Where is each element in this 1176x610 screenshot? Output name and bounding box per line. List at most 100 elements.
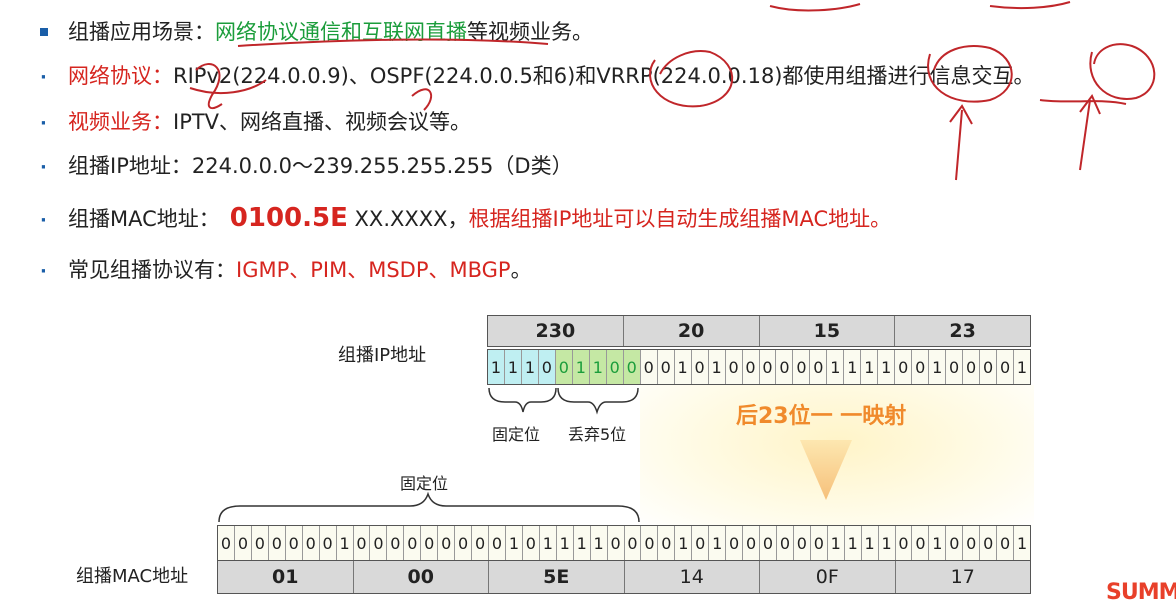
mac-bit-cell: 1	[827, 526, 845, 560]
mac-bit-cell: 0	[895, 526, 913, 560]
scenarios-suffix: 等视频业务。	[467, 20, 593, 44]
ip-bit-cell: 0	[606, 350, 624, 384]
bullet-common-protocols: · 常见组播协议有：IGMP、PIM、MSDP、MBGP。	[40, 256, 532, 286]
common-text: IGMP、PIM、MSDP、MBGP	[236, 258, 511, 282]
protocols-text: RIPv2(224.0.0.9)、OSPF(224.0.0.5和6)和VRRP(…	[173, 64, 1035, 88]
ip-bit-cell: 0	[759, 350, 777, 384]
mac-bit-cell: 1	[539, 526, 557, 560]
mac-bit-cell: 0	[726, 526, 744, 560]
mac-bit-cell: 1	[1014, 526, 1030, 560]
dot-bullet-icon: ·	[40, 261, 47, 282]
mac-bit-cell: 1	[929, 526, 947, 560]
ip-range-text: 组播IP地址：224.0.0.0～239.255.255.255（D类）	[68, 154, 573, 178]
scenarios-label: 组播应用场景：	[68, 20, 215, 44]
ip-bit-cell: 0	[657, 350, 675, 384]
ip-byte-cell: 230	[488, 316, 624, 346]
ip-bit-cell: 1	[827, 350, 845, 384]
ip-bit-cell: 1	[504, 350, 522, 384]
ip-bit-cell: 1	[572, 350, 590, 384]
mac-bit-cell: 0	[760, 526, 777, 560]
ip-bit-cell: 0	[725, 350, 743, 384]
mac-bit-row: 0000000100000000010111100001010000001111…	[217, 525, 1031, 561]
common-end: 。	[510, 258, 532, 282]
bullet-video: · 视频业务：IPTV、网络直播、视频会议等。	[40, 108, 471, 138]
mac-bit-cell: 1	[556, 526, 574, 560]
ip-byte-cell: 15	[760, 316, 896, 346]
bullet-mac: · 组播MAC地址： 0100.5E XX.XXXX，根据组播IP地址可以自动生成组…	[40, 204, 891, 235]
ip-bit-cell: 1	[844, 350, 862, 384]
dot-bullet-icon: ·	[40, 67, 47, 88]
ip-address-label: 组播IP地址	[338, 345, 427, 366]
mac-bit-cell: 0	[353, 526, 371, 560]
mac-bit-cell: 0	[404, 526, 422, 560]
mac-bit-cell: 1	[675, 526, 693, 560]
mac-byte-cell: 17	[950, 566, 975, 588]
ip-bit-cell: 0	[640, 350, 658, 384]
mac-byte-cell: 14	[625, 561, 760, 593]
mac-fixed-brace	[218, 491, 640, 523]
ip-bit-cell: 0	[555, 350, 573, 384]
bullet-protocols: · 网络协议：RIPv2(224.0.0.9)、OSPF(224.0.0.5和6)…	[40, 62, 1035, 92]
square-bullet-icon	[40, 27, 48, 36]
mapping-label: 后23位一 一映射	[736, 404, 907, 429]
mac-bit-cell: 0	[489, 526, 506, 560]
mac-bit-cell: 0	[438, 526, 456, 560]
mac-bit-cell: 0	[607, 526, 625, 560]
dot-bullet-icon: ·	[40, 210, 47, 231]
mac-bit-cell: 0	[455, 526, 473, 560]
ip-byte-cell: 23	[949, 320, 976, 342]
discard-bits-label: 丢弃5位	[568, 425, 627, 444]
ip-bit-cell: 0	[997, 350, 1015, 384]
mac-byte-cell: 5E	[489, 561, 625, 593]
mac-bit-cell: 0	[658, 526, 676, 560]
ip-bit-cell: 0	[980, 350, 998, 384]
mac-bit-cell: 1	[336, 526, 354, 560]
ip-bit-cell: 0	[776, 350, 794, 384]
mac-bit-cell: 0	[963, 526, 981, 560]
mac-bit-cell: 1	[844, 526, 862, 560]
scenarios-highlight: 网络协议通信和互联网直播	[215, 20, 467, 44]
mac-bit-cell: 0	[522, 526, 540, 560]
ip-bit-cell: 1	[878, 350, 896, 384]
ip-bit-cell: 0	[912, 350, 930, 384]
ip-bit-cell: 0	[810, 350, 828, 384]
mac-bit-cell: 0	[912, 526, 930, 560]
fixed-bits-brace	[488, 387, 557, 413]
ip-bit-cell: 0	[793, 350, 811, 384]
protocols-label: 网络协议：	[68, 64, 173, 88]
mac-bit-cell: 1	[573, 526, 591, 560]
mac-bit-cell: 0	[692, 526, 710, 560]
mac-bit-cell: 0	[268, 526, 286, 560]
mac-bit-cell: 1	[861, 526, 879, 560]
brand-logo: SUMM	[1106, 580, 1176, 605]
fixed-bits-label: 固定位	[492, 425, 541, 444]
mac-tail: 根据组播IP地址可以自动生成组播MAC地址。	[468, 207, 892, 231]
mac-bit-cell: 0	[285, 526, 303, 560]
mac-bit-cell: 0	[387, 526, 405, 560]
mac-bit-cell: 0	[370, 526, 388, 560]
mac-byte-cell: 00	[354, 561, 489, 593]
mac-bit-cell: 0	[218, 526, 235, 560]
ip-bit-cell: 1	[488, 350, 505, 384]
mac-bit-cell: 0	[743, 526, 760, 560]
bullet-scenarios: 组播应用场景：网络协议通信和互联网直播等视频业务。	[40, 18, 593, 46]
mac-bit-cell: 1	[505, 526, 523, 560]
ip-bit-cell: 1	[589, 350, 607, 384]
mac-bit-cell: 0	[997, 526, 1015, 560]
ip-bit-cell: 1	[708, 350, 726, 384]
ip-bit-cell: 1	[861, 350, 879, 384]
mac-bit-cell: 0	[302, 526, 320, 560]
common-label: 常见组播协议有：	[68, 258, 236, 282]
mac-label: 组播MAC地址：	[68, 207, 220, 231]
ip-bit-cell: 0	[963, 350, 981, 384]
mac-bit-cell: 0	[624, 526, 642, 560]
ip-bit-cell: 1	[521, 350, 539, 384]
mac-bit-cell: 0	[472, 526, 489, 560]
ip-bit-cell: 1	[1014, 350, 1030, 384]
mac-bit-cell: 0	[319, 526, 337, 560]
mac-bit-cell: 0	[641, 526, 659, 560]
dot-bullet-icon: ·	[40, 113, 47, 134]
ip-byte-header: 230 20 15 23	[487, 315, 1031, 347]
mac-prefix: 0100.5E	[229, 203, 348, 233]
mac-bit-cell: 0	[946, 526, 964, 560]
